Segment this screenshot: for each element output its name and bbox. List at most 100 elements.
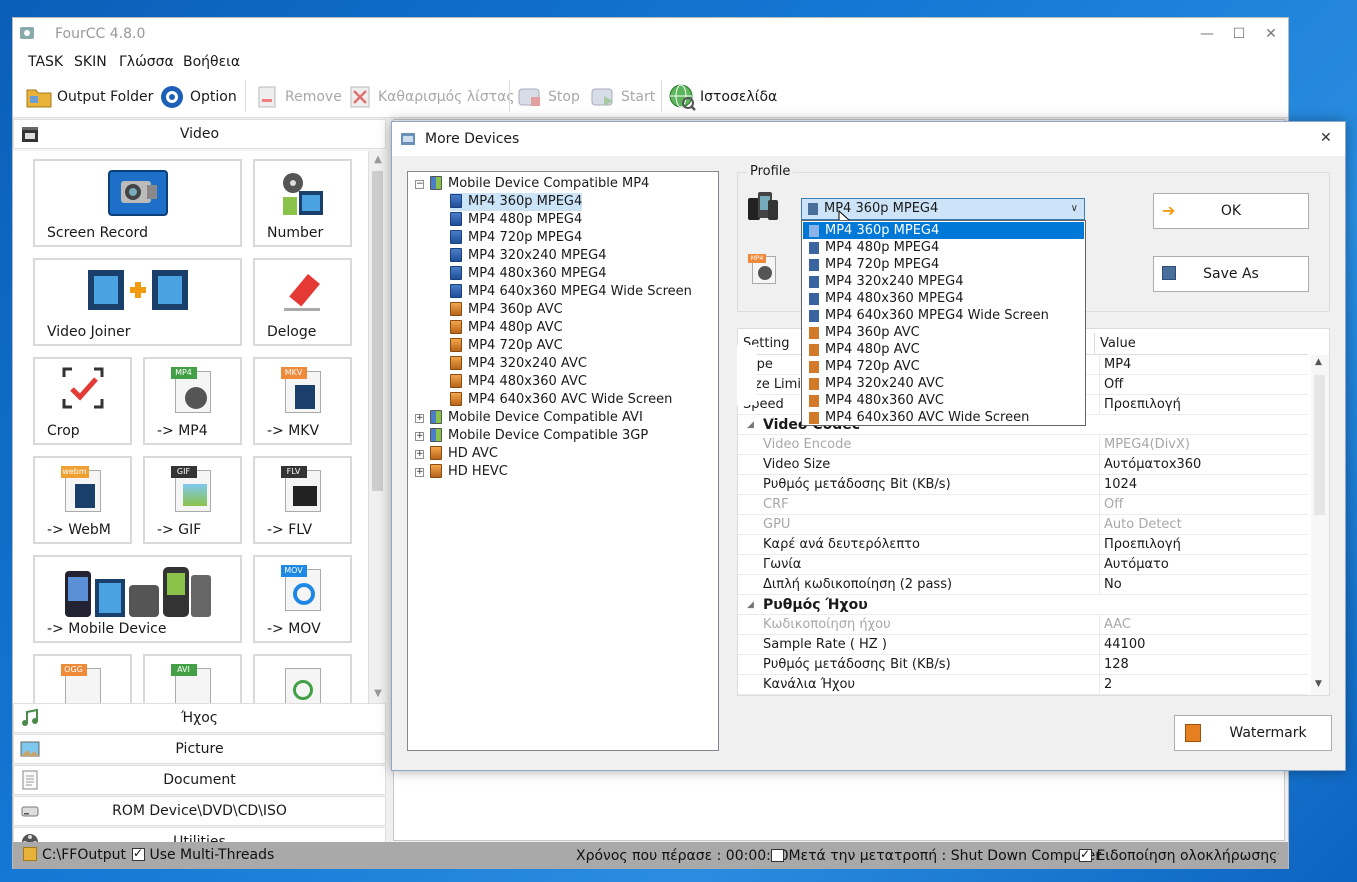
- dropdown-option[interactable]: MP4 360p MPEG4: [803, 222, 1084, 239]
- tree-node-mp4[interactable]: Mobile Device Compatible MP4: [430, 175, 649, 193]
- output-folder-button[interactable]: Output Folder: [25, 82, 153, 112]
- grid-row[interactable]: Sample Rate ( HZ ) 44100: [738, 635, 1308, 655]
- tree-item[interactable]: MP4 320x240 MPEG4: [450, 247, 607, 265]
- grid-scrollbar[interactable]: ▲ ▼: [1311, 355, 1329, 695]
- grid-row[interactable]: Video Size Αυτόματοx360: [738, 455, 1308, 475]
- grid-row[interactable]: GPU Auto Detect: [738, 515, 1308, 535]
- tree-item[interactable]: MP4 720p MPEG4: [450, 229, 582, 247]
- tile-to-gif[interactable]: GIF -> GIF: [143, 456, 242, 544]
- grid-row[interactable]: Γωνία Αυτόματο: [738, 555, 1308, 575]
- dropdown-option[interactable]: MP4 480x360 AVC: [803, 392, 1084, 409]
- tile-to-avi[interactable]: AVI: [143, 654, 242, 703]
- category-audio[interactable]: Ήχος: [13, 703, 386, 733]
- tree-item[interactable]: MP4 320x240 AVC: [450, 355, 587, 373]
- tree-item[interactable]: MP4 480p MPEG4: [450, 211, 582, 229]
- tree-item[interactable]: MP4 480p AVC: [450, 319, 563, 337]
- category-picture[interactable]: Picture: [13, 734, 386, 764]
- tree-node-3gp[interactable]: Mobile Device Compatible 3GP: [430, 427, 648, 445]
- menu-help[interactable]: Βοήθεια: [183, 54, 240, 70]
- grid-row[interactable]: Καρέ ανά δευτερόλεπτο Προεπιλογή: [738, 535, 1308, 555]
- save-as-button[interactable]: Save As: [1153, 256, 1309, 292]
- dropdown-option[interactable]: MP4 480x360 MPEG4: [803, 290, 1084, 307]
- device-tree[interactable]: − Mobile Device Compatible MP4 MP4 360p …: [407, 171, 719, 751]
- website-button[interactable]: Ιστοσελίδα: [668, 82, 777, 112]
- tile-screen-record[interactable]: Screen Record: [33, 159, 242, 247]
- scroll-down-icon[interactable]: ▼: [1315, 679, 1322, 689]
- tile-to-ogg[interactable]: OGG: [33, 654, 132, 703]
- tree-node-hd-avc[interactable]: HD AVC: [430, 445, 498, 463]
- minimize-button[interactable]: —: [1191, 18, 1223, 50]
- grid-row[interactable]: CRF Off: [738, 495, 1308, 515]
- expand-icon[interactable]: +: [415, 468, 424, 477]
- clear-list-button[interactable]: Καθαρισμός λίστας: [346, 82, 515, 112]
- start-button[interactable]: Start: [589, 82, 655, 112]
- category-document[interactable]: Document: [13, 765, 386, 795]
- setting-value[interactable]: 128: [1099, 655, 1309, 675]
- dropdown-option[interactable]: MP4 640x360 MPEG4 Wide Screen: [803, 307, 1084, 324]
- grid-row[interactable]: Κανάλια Ήχου 2: [738, 675, 1308, 695]
- tree-item[interactable]: MP4 480x360 AVC: [450, 373, 587, 391]
- tile-to-mkv[interactable]: MKV -> MKV: [253, 357, 352, 445]
- collapse-icon[interactable]: −: [415, 180, 424, 189]
- tile-more[interactable]: [253, 654, 352, 703]
- setting-value[interactable]: MPEG4(DivX): [1099, 435, 1309, 455]
- scroll-thumb[interactable]: [372, 171, 383, 491]
- grid-category-row[interactable]: ◢ Ρυθμός Ήχου: [738, 595, 1308, 615]
- tile-crop[interactable]: Crop: [33, 357, 132, 445]
- dropdown-option[interactable]: MP4 640x360 AVC Wide Screen: [803, 409, 1084, 426]
- grid-row[interactable]: Ρυθμός μετάδοσης Bit (KB/s) 128: [738, 655, 1308, 675]
- menu-skin[interactable]: SKIN: [74, 54, 107, 70]
- grid-row[interactable]: Video Encode MPEG4(DivX): [738, 435, 1308, 455]
- tree-item[interactable]: MP4 720p AVC: [450, 337, 563, 355]
- dialog-close-icon[interactable]: ✕: [1320, 130, 1332, 146]
- tile-to-webm[interactable]: webm -> WebM: [33, 456, 132, 544]
- menu-language[interactable]: Γλώσσα: [119, 54, 174, 70]
- tree-item[interactable]: MP4 640x360 MPEG4 Wide Screen: [450, 283, 692, 301]
- close-button[interactable]: ✕: [1255, 18, 1287, 50]
- tile-to-mp4[interactable]: MP4 -> MP4: [143, 357, 242, 445]
- tree-node-avi[interactable]: Mobile Device Compatible AVI: [430, 409, 643, 427]
- scroll-thumb[interactable]: [1314, 375, 1325, 515]
- grid-row[interactable]: Ρυθμός μετάδοσης Bit (KB/s) 1024: [738, 475, 1308, 495]
- dropdown-option[interactable]: MP4 480p MPEG4: [803, 239, 1084, 256]
- setting-value[interactable]: Αυτόματο: [1099, 555, 1309, 575]
- setting-value[interactable]: Προεπιλογή: [1099, 535, 1309, 555]
- setting-value[interactable]: No: [1099, 575, 1309, 595]
- dropdown-option[interactable]: MP4 720p AVC: [803, 358, 1084, 375]
- setting-value[interactable]: Προεπιλογή: [1099, 395, 1309, 415]
- resize-grip-icon[interactable]: ⋰: [1270, 852, 1280, 863]
- tile-to-mobile-device[interactable]: -> Mobile Device: [33, 555, 242, 643]
- tiles-scrollbar[interactable]: ▲ ▼: [368, 151, 386, 703]
- setting-value[interactable]: 2: [1099, 675, 1309, 695]
- tree-item[interactable]: MP4 640x360 AVC Wide Screen: [450, 391, 672, 409]
- remove-button[interactable]: Remove: [253, 82, 342, 112]
- category-video[interactable]: Video: [13, 119, 386, 149]
- tile-deloge[interactable]: Deloge: [253, 258, 352, 346]
- menu-task[interactable]: TASK: [28, 54, 63, 70]
- watermark-button[interactable]: Watermark: [1174, 715, 1332, 751]
- tree-item[interactable]: MP4 480x360 MPEG4: [450, 265, 607, 283]
- ok-button[interactable]: ➔ OK: [1153, 193, 1309, 229]
- tile-to-flv[interactable]: FLV -> FLV: [253, 456, 352, 544]
- tree-item[interactable]: MP4 360p MPEG4: [450, 193, 583, 211]
- notify-checkbox[interactable]: Ειδοποίηση ολοκλήρωσης: [1079, 847, 1277, 864]
- grid-row[interactable]: Διπλή κωδικοποίηση (2 pass) No: [738, 575, 1308, 595]
- setting-value[interactable]: Auto Detect: [1099, 515, 1309, 535]
- scroll-up-icon[interactable]: ▲: [1315, 357, 1322, 367]
- scroll-up-icon[interactable]: ▲: [370, 151, 386, 169]
- collapse-triangle-icon[interactable]: ◢: [747, 595, 754, 615]
- collapse-triangle-icon[interactable]: ◢: [747, 415, 754, 435]
- option-button[interactable]: Option: [158, 82, 237, 112]
- setting-value[interactable]: Αυτόματοx360: [1099, 455, 1309, 475]
- setting-value[interactable]: 44100: [1099, 635, 1309, 655]
- grid-row[interactable]: Κωδικοποίηση ήχου AAC: [738, 615, 1308, 635]
- tree-node-hd-hevc[interactable]: HD HEVC: [430, 463, 508, 481]
- maximize-button[interactable]: ☐: [1223, 18, 1255, 50]
- profile-dropdown-list[interactable]: MP4 360p MPEG4 MP4 480p MPEG4 MP4 720p M…: [801, 220, 1086, 426]
- scroll-down-icon[interactable]: ▼: [370, 685, 386, 703]
- dropdown-option[interactable]: MP4 480p AVC: [803, 341, 1084, 358]
- tree-item[interactable]: MP4 360p AVC: [450, 301, 563, 319]
- output-path[interactable]: C:\FFOutput: [42, 847, 126, 863]
- dropdown-option[interactable]: MP4 360p AVC: [803, 324, 1084, 341]
- expand-icon[interactable]: +: [415, 450, 424, 459]
